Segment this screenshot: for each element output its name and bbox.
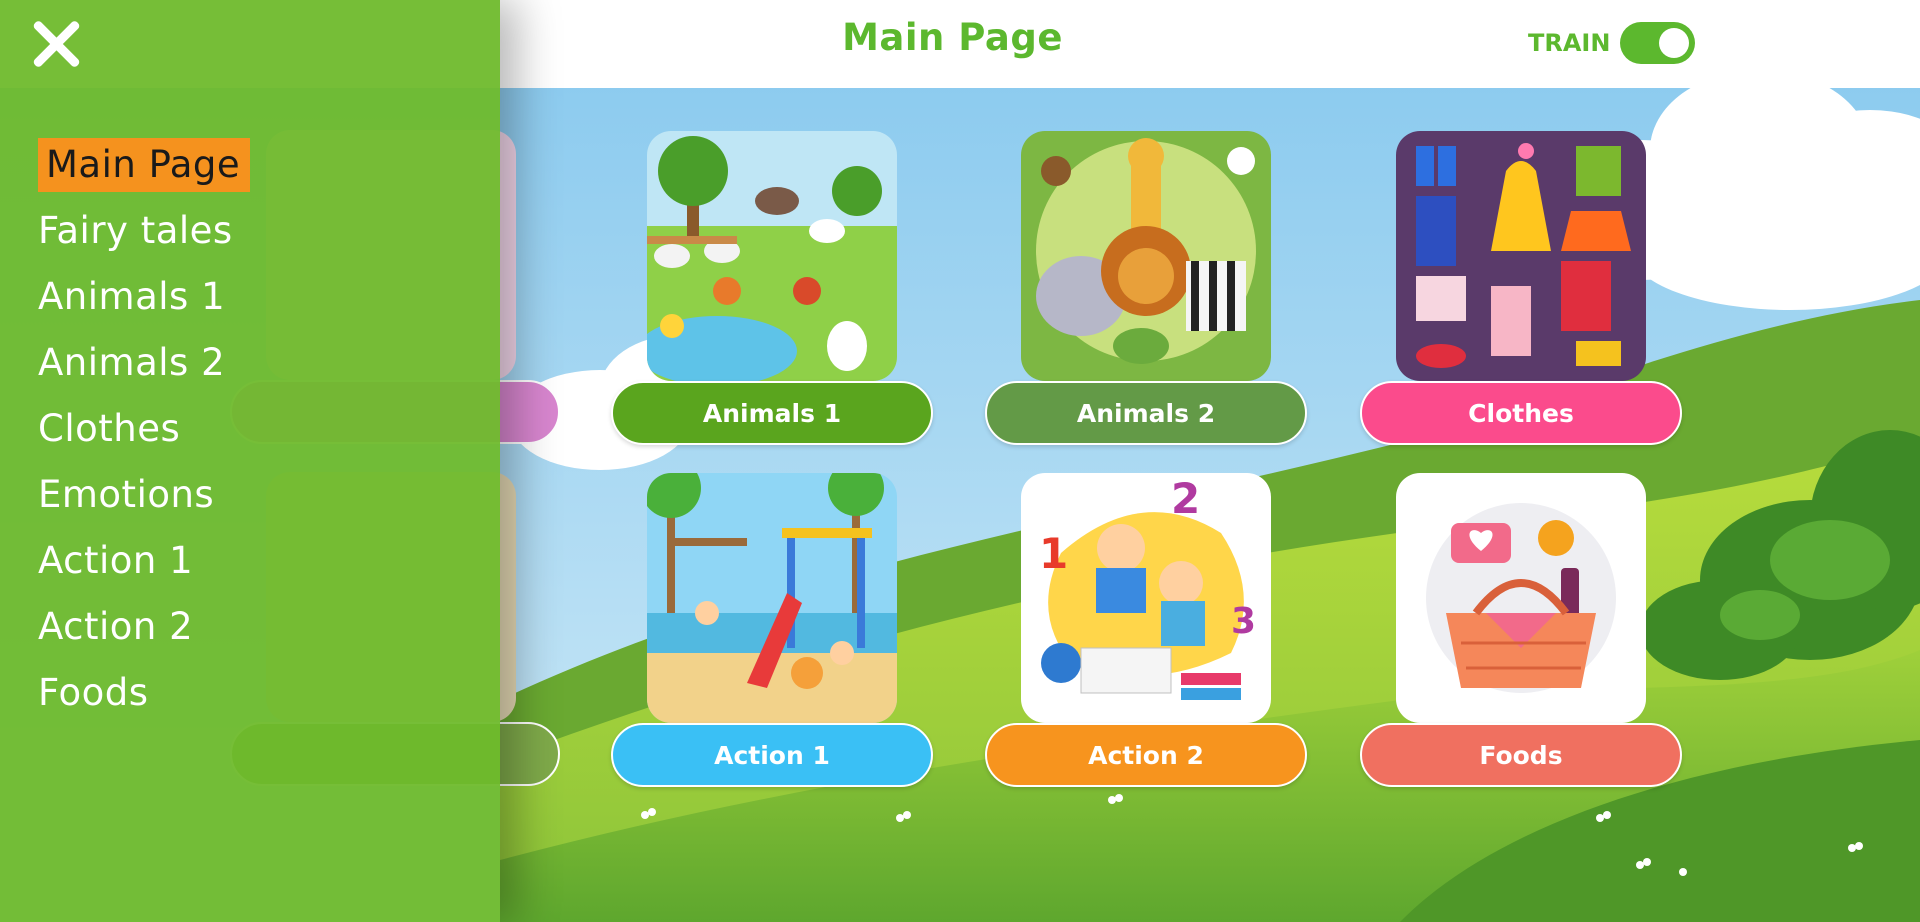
menu-item-label: Emotions	[38, 473, 215, 516]
card-animals-1[interactable]: Animals 1	[611, 131, 933, 479]
menu-item-label: Fairy tales	[38, 209, 233, 252]
svg-text:2: 2	[1171, 474, 1200, 523]
foods-button[interactable]: Foods	[1360, 723, 1682, 787]
kids-reading-picture: 2 1 3	[1021, 473, 1271, 723]
card-action-2[interactable]: 2 1 3 Action 2	[985, 473, 1307, 821]
drawer-menu: Main Page Fairy tales Animals 1 Animals …	[36, 138, 251, 732]
picnic-basket-picture	[1396, 473, 1646, 723]
clothes-button[interactable]: Clothes	[1360, 381, 1682, 445]
menu-item-label: Main Page	[38, 138, 251, 192]
menu-item-label: Animals 2	[38, 341, 226, 384]
menu-item-action-1[interactable]: Action 1	[36, 534, 250, 600]
train-switch[interactable]: TRAIN	[1528, 20, 1696, 66]
farm-animals-picture	[647, 131, 897, 381]
jungle-animals-picture	[1021, 131, 1271, 381]
card-foods[interactable]: Foods	[1360, 473, 1682, 821]
menu-item-animals-2[interactable]: Animals 2	[36, 336, 250, 402]
animals-1-button[interactable]: Animals 1	[611, 381, 933, 445]
menu-item-label: Action 1	[38, 539, 194, 582]
menu-item-label: Foods	[38, 671, 149, 714]
menu-item-main-page[interactable]: Main Page	[36, 138, 251, 204]
menu-item-action-2[interactable]: Action 2	[36, 600, 250, 666]
menu-item-label: Clothes	[38, 407, 181, 450]
action-2-button[interactable]: Action 2	[985, 723, 1307, 787]
menu-item-foods[interactable]: Foods	[36, 666, 250, 732]
menu-item-label: Action 2	[38, 605, 194, 648]
train-label: TRAIN	[1528, 29, 1611, 57]
menu-item-animals-1[interactable]: Animals 1	[36, 270, 250, 336]
close-icon[interactable]	[30, 18, 82, 70]
train-toggle[interactable]	[1620, 22, 1696, 64]
toggle-knob	[1659, 28, 1690, 58]
card-action-1[interactable]: Action 1	[611, 473, 933, 821]
playground-picture	[647, 473, 897, 723]
side-drawer: Main Page Fairy tales Animals 1 Animals …	[0, 0, 500, 922]
clothes-picture	[1396, 131, 1646, 381]
menu-item-label: Animals 1	[38, 275, 226, 318]
menu-item-clothes[interactable]: Clothes	[36, 402, 250, 468]
menu-item-fairy-tales[interactable]: Fairy tales	[36, 204, 250, 270]
animals-2-button[interactable]: Animals 2	[985, 381, 1307, 445]
svg-text:3: 3	[1231, 601, 1256, 642]
action-1-button[interactable]: Action 1	[611, 723, 933, 787]
svg-text:1: 1	[1039, 529, 1068, 578]
card-animals-2[interactable]: Animals 2	[985, 131, 1307, 479]
menu-item-emotions[interactable]: Emotions	[36, 468, 250, 534]
card-clothes[interactable]: Clothes	[1360, 131, 1682, 479]
